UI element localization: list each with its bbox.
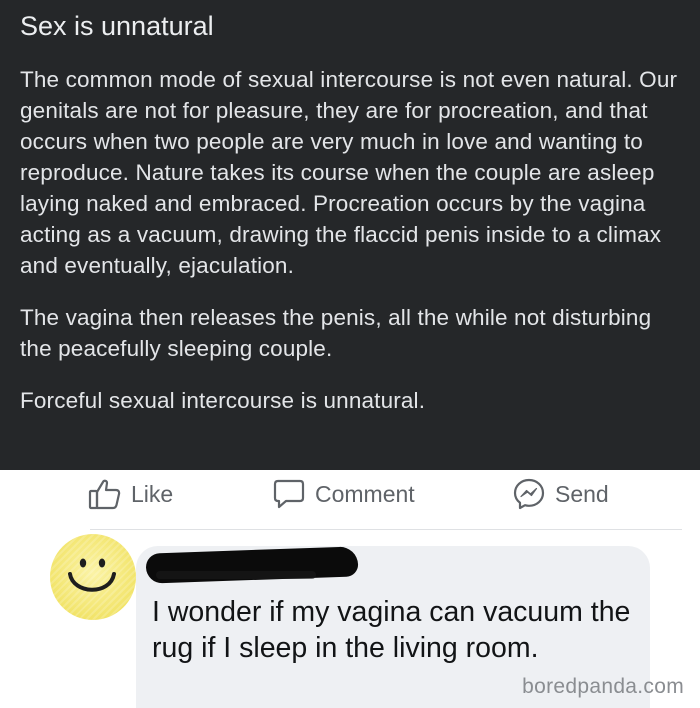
- redaction-smudge: [156, 571, 316, 579]
- post-paragraph-3: Forceful sexual intercourse is unnatural…: [20, 388, 426, 413]
- post-body: The common mode of sexual intercourse is…: [20, 64, 678, 416]
- actions-divider: [90, 529, 682, 530]
- post-paragraph-2: The vagina then releases the penis, all …: [20, 305, 652, 361]
- comment-text: I wonder if my vagina can vacuum the rug…: [152, 596, 631, 664]
- commenter-avatar[interactable]: [50, 534, 136, 620]
- comment-button[interactable]: Comment: [272, 476, 415, 512]
- comment-label: Comment: [315, 480, 415, 507]
- post-actions-bar: Like Comment Send: [0, 470, 700, 530]
- post-paragraph-1: The common mode of sexual intercourse is…: [20, 67, 678, 278]
- smiley-face-icon: [68, 558, 116, 592]
- like-button[interactable]: Like: [88, 476, 173, 512]
- like-label: Like: [131, 480, 174, 507]
- send-button[interactable]: Send: [512, 476, 609, 512]
- send-label: Send: [555, 480, 609, 507]
- speech-bubble-icon: [272, 478, 306, 510]
- thumbs-up-icon: [88, 478, 122, 510]
- messenger-icon: [512, 477, 546, 511]
- post-title: Sex is unnatural: [20, 11, 214, 41]
- post-card: Sex is unnatural The common mode of sexu…: [0, 0, 700, 470]
- watermark: boredpanda.com: [522, 675, 684, 698]
